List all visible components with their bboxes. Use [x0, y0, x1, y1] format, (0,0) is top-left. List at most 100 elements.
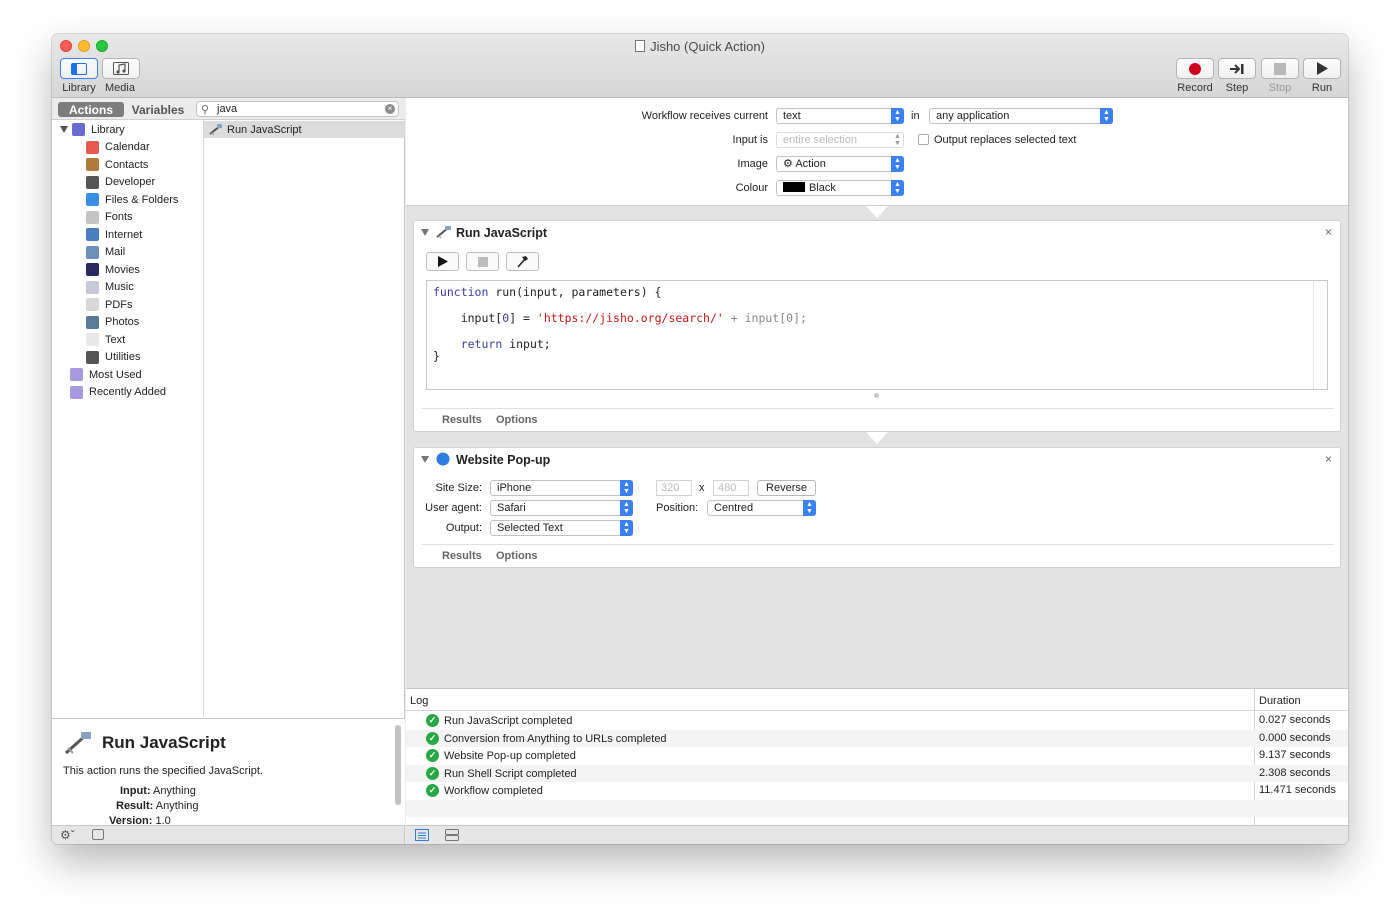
- log-message: Run JavaScript completed: [444, 715, 573, 727]
- category-item-movies[interactable]: Movies: [86, 261, 140, 278]
- collapse-triangle-icon[interactable]: [421, 456, 429, 463]
- description-scrollbar[interactable]: [395, 725, 401, 805]
- compile-script-button[interactable]: [506, 252, 539, 271]
- x-label: x: [699, 482, 705, 494]
- category-label: Files & Folders: [105, 193, 179, 206]
- editor-scrollbar[interactable]: [1313, 281, 1327, 389]
- disclosure-triangle-icon[interactable]: [60, 126, 68, 133]
- collapse-triangle-icon[interactable]: [421, 229, 429, 236]
- action-tabs: Results Options: [422, 544, 1334, 566]
- category-item-calendar[interactable]: Calendar: [86, 139, 150, 156]
- description-toggle-icon[interactable]: [92, 829, 104, 840]
- gear-icon: ⚙: [783, 158, 796, 170]
- popup-chevron-icon: ▲ ▼: [891, 180, 904, 196]
- receives-type-value: text: [783, 110, 801, 122]
- action-list: Run JavaScript: [204, 120, 405, 717]
- gear-icon[interactable]: ⚙ˇ: [60, 828, 75, 842]
- list-view-icon[interactable]: [415, 829, 429, 841]
- site-size-popup[interactable]: iPhone ▲ ▼: [490, 480, 633, 496]
- reverse-button[interactable]: Reverse: [757, 480, 816, 496]
- category-item-contacts[interactable]: Contacts: [86, 156, 148, 173]
- run-button[interactable]: [1303, 58, 1341, 79]
- action-item-run-javascript[interactable]: Run JavaScript: [204, 121, 405, 138]
- action-connector: [866, 432, 888, 444]
- split-view-icon[interactable]: [445, 829, 459, 841]
- remove-action-icon[interactable]: ×: [1325, 225, 1332, 239]
- receives-label: Workflow receives current: [641, 110, 768, 122]
- image-popup[interactable]: ⚙ Action ▲ ▼: [776, 156, 904, 172]
- code-line: return input;: [433, 337, 551, 351]
- actions-tab[interactable]: Actions: [58, 102, 124, 117]
- application-popup[interactable]: any application ▲ ▼: [929, 108, 1113, 124]
- run-script-button[interactable]: [426, 252, 459, 271]
- variables-tab[interactable]: Variables: [128, 102, 188, 117]
- stop-icon: [477, 256, 488, 267]
- search-field[interactable]: ⚲ java ×: [196, 101, 399, 117]
- log-row[interactable]: ✓ Run Shell Script completed 2.308 seconds: [406, 764, 1348, 782]
- height-field[interactable]: 480: [713, 480, 749, 496]
- category-item-photos[interactable]: Photos: [86, 314, 139, 331]
- width-field[interactable]: 320: [656, 480, 692, 496]
- category-item-music[interactable]: Music: [86, 279, 134, 296]
- log-message: Website Pop-up completed: [444, 750, 576, 762]
- record-button[interactable]: [1176, 58, 1214, 79]
- photos-icon: [86, 315, 99, 329]
- category-label: Calendar: [105, 141, 150, 153]
- category-item-developer[interactable]: Developer: [86, 174, 155, 191]
- duration-column-header[interactable]: Duration: [1259, 695, 1301, 707]
- category-item-library[interactable]: Library: [60, 121, 125, 138]
- category-item-internet[interactable]: Internet: [86, 226, 142, 243]
- category-item-pdfs[interactable]: PDFs: [86, 296, 133, 313]
- search-input[interactable]: java: [217, 103, 237, 115]
- output-replaces-checkbox[interactable]: [918, 134, 929, 145]
- category-item-mail[interactable]: Mail: [86, 244, 125, 261]
- script-editor[interactable]: function run(input, parameters) { input[…: [426, 280, 1328, 390]
- resize-handle[interactable]: [874, 393, 879, 398]
- output-popup[interactable]: Selected Text ▲ ▼: [490, 520, 633, 536]
- code-line: }: [433, 349, 440, 363]
- log-row[interactable]: ✓ Conversion from Anything to URLs comple…: [406, 729, 1348, 747]
- log-column-header[interactable]: Log: [410, 695, 428, 707]
- library-toggle-button[interactable]: [60, 58, 98, 79]
- media-button[interactable]: [102, 58, 140, 79]
- category-label: Most Used: [89, 368, 142, 381]
- contacts-icon: [86, 158, 99, 171]
- category-item-recently-added[interactable]: Recently Added: [70, 384, 166, 401]
- step-button[interactable]: [1218, 58, 1256, 79]
- category-item-most-used[interactable]: Most Used: [70, 366, 142, 383]
- log-row[interactable]: ✓ Website Pop-up completed 9.137 seconds: [406, 747, 1348, 765]
- position-popup[interactable]: Centred ▲ ▼: [707, 500, 816, 516]
- options-tab[interactable]: Options: [496, 414, 538, 426]
- popup-chevron-icon: ▲ ▼: [803, 500, 816, 516]
- category-item-utilities[interactable]: Utilities: [86, 349, 140, 366]
- recently-added-folder-icon: [70, 385, 83, 399]
- library-pane: Actions Variables ⚲ java × Library Calend…: [52, 98, 405, 827]
- category-item-files-folders[interactable]: Files & Folders: [86, 191, 178, 208]
- colour-popup[interactable]: Black ▲ ▼: [776, 180, 904, 196]
- calendar-icon: [86, 140, 99, 154]
- clear-search-icon[interactable]: ×: [385, 104, 395, 114]
- play-icon: [437, 256, 448, 267]
- library-icon: [72, 123, 85, 136]
- receives-type-popup[interactable]: text ▲ ▼: [776, 108, 904, 124]
- code-text: input;: [502, 337, 551, 351]
- results-tab[interactable]: Results: [442, 414, 482, 426]
- category-item-text[interactable]: Text: [86, 331, 125, 348]
- website-popup-action: Website Pop-up × Site Size: iPhone ▲ ▼ 320…: [413, 447, 1341, 568]
- stop-script-button[interactable]: [466, 252, 499, 271]
- remove-action-icon[interactable]: ×: [1325, 452, 1332, 466]
- stop-button[interactable]: [1261, 58, 1299, 79]
- log-row[interactable]: ✓ Workflow completed 11.471 seconds: [406, 782, 1348, 800]
- workflow-settings: Workflow receives current text ▲ ▼ in any …: [406, 98, 1348, 206]
- category-label: Internet: [105, 228, 143, 241]
- image-value: Action: [795, 158, 826, 170]
- category-item-fonts[interactable]: Fonts: [86, 209, 133, 226]
- user-agent-popup[interactable]: Safari ▲ ▼: [490, 500, 633, 516]
- code-keyword: return: [460, 337, 503, 351]
- results-tab[interactable]: Results: [442, 550, 482, 562]
- category-list: Library Calendar Contacts Developer Files & …: [52, 120, 204, 717]
- log-row[interactable]: ✓ Run JavaScript completed 0.027 seconds: [406, 712, 1348, 730]
- options-tab[interactable]: Options: [496, 550, 538, 562]
- most-used-folder-icon: [70, 368, 83, 381]
- input-is-popup: entire selection ▲ ▼: [776, 132, 904, 148]
